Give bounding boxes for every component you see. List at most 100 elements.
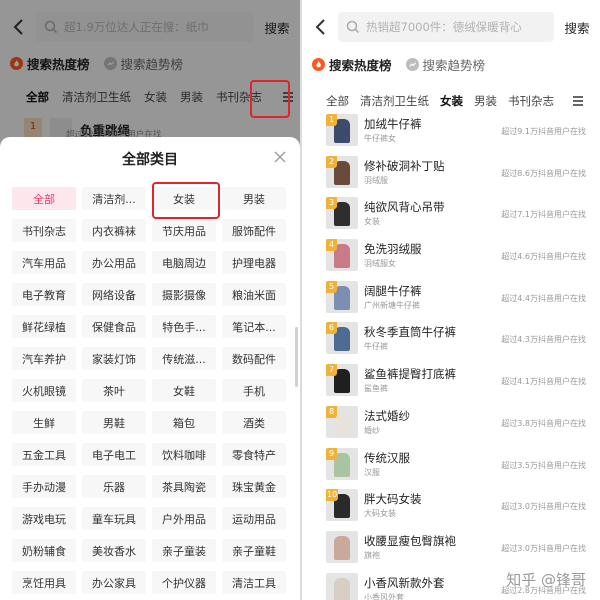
list-item[interactable]: 3 纯欲风背心吊带 女装 超过7.1万抖音用户在找: [302, 193, 600, 235]
category-option[interactable]: 生鲜: [12, 411, 76, 434]
tab-trend-rank[interactable]: 搜索趋势榜: [405, 55, 486, 74]
rank-badge: 10: [326, 489, 339, 502]
item-sub: 牛仔裤女: [364, 134, 396, 143]
rank-badge: 9: [326, 447, 337, 460]
category-option[interactable]: 网络设备: [82, 283, 146, 306]
category-tab[interactable]: 书刊杂志: [508, 93, 554, 109]
category-option[interactable]: 乐器: [82, 475, 146, 498]
close-icon[interactable]: [274, 151, 286, 163]
list-item[interactable]: 8 法式婚纱 婚纱 超过3.8万抖音用户在找: [302, 402, 600, 444]
category-option[interactable]: 清洁工具: [222, 571, 286, 594]
item-sub: 婚纱: [364, 425, 380, 435]
category-option[interactable]: 五金工具: [12, 443, 76, 466]
list-item[interactable]: 2 修补破洞补丁贴 羽绒服 超过8.6万抖音用户在找: [302, 152, 600, 194]
category-option[interactable]: 汽车养护: [12, 347, 76, 370]
list-item[interactable]: 5 阔腿牛仔裤 广州新塘牛仔裤 超过4.4万抖音用户在找: [302, 277, 600, 319]
rank-badge: 3: [326, 197, 337, 210]
category-option[interactable]: 珠宝黄金: [222, 475, 286, 498]
list-item[interactable]: 9 传统汉服 汉服 超过3.5万抖音用户在找: [302, 444, 600, 486]
search-button[interactable]: 搜索: [554, 18, 600, 37]
rank-badge: 1: [326, 114, 337, 126]
category-option[interactable]: 汽车用品: [12, 251, 76, 274]
item-sub: 女装: [364, 217, 380, 227]
category-option[interactable]: 鲜花绿植: [12, 315, 76, 338]
list-item[interactable]: 10 胖大码女装 大码女装 超过3.0万抖音用户在找: [302, 485, 600, 527]
category-option[interactable]: 特色手...: [152, 315, 216, 338]
category-option[interactable]: 书刊杂志: [12, 219, 76, 242]
list-item[interactable]: 1 加绒牛仔裤 牛仔裤女 超过9.1万抖音用户在找: [302, 110, 600, 152]
category-option[interactable]: 亲子童鞋: [222, 539, 286, 562]
category-option[interactable]: 男装: [222, 187, 286, 210]
left-phone-screen: 超1.9万位达人正在搜：纸巾 搜索 搜索热度榜 搜索趋势榜 全部 清洁剂卫生纸 …: [0, 0, 300, 600]
menu-icon[interactable]: [571, 95, 587, 107]
category-option[interactable]: 童车玩具: [82, 507, 146, 530]
category-option[interactable]: 饮料咖啡: [152, 443, 216, 466]
category-option[interactable]: 传统滋...: [152, 347, 216, 370]
category-option[interactable]: 酒类: [222, 411, 286, 434]
back-button[interactable]: [302, 0, 338, 54]
product-thumbnail: 10: [326, 489, 358, 522]
list-item[interactable]: 6 秋冬季直筒牛仔裤 牛仔裤 超过4.3万抖音用户在找: [302, 318, 600, 360]
category-bar: 全部 清洁剂卫生纸 女装 男装 书刊杂志: [326, 90, 587, 112]
category-option[interactable]: 家装灯饰: [82, 347, 146, 370]
category-option[interactable]: 内衣裤袜: [82, 219, 146, 242]
category-tab-active[interactable]: 女装: [440, 93, 463, 109]
item-stat: 超过3.8万抖音用户在找: [501, 418, 586, 428]
category-option[interactable]: 全部: [12, 187, 76, 210]
category-option[interactable]: 笔记本...: [222, 315, 286, 338]
category-option[interactable]: 茶具陶瓷: [152, 475, 216, 498]
category-option[interactable]: 电子电工: [82, 443, 146, 466]
item-name: 胖大码女装: [364, 492, 422, 507]
category-option[interactable]: 保健食品: [82, 315, 146, 338]
item-sub: 汉服: [364, 467, 380, 477]
category-option[interactable]: 服饰配件: [222, 219, 286, 242]
category-option[interactable]: 电子教育: [12, 283, 76, 306]
category-option[interactable]: 数码配件: [222, 347, 286, 370]
category-option[interactable]: 运动用品: [222, 507, 286, 530]
scrollbar[interactable]: [295, 327, 298, 387]
category-option[interactable]: 办公用品: [82, 251, 146, 274]
category-option[interactable]: 摄影摄像: [152, 283, 216, 306]
product-thumbnail: 7: [326, 364, 358, 397]
category-option[interactable]: 清洁剂...: [82, 187, 146, 210]
item-stat: 超过4.1万抖音用户在找: [501, 377, 586, 387]
category-option[interactable]: 美妆香水: [82, 539, 146, 562]
list-item[interactable]: 4 免洗羽绒服 羽绒服女 超过4.6万抖音用户在找: [302, 235, 600, 277]
item-name: 修补破洞补丁贴: [364, 158, 445, 173]
category-option[interactable]: 女鞋: [152, 379, 216, 402]
right-phone-screen: 热销超7000件：德绒保暖背心 搜索 搜索热度榜 搜索趋势榜 全部 清洁剂卫生纸…: [302, 0, 600, 600]
category-option[interactable]: 男鞋: [82, 411, 146, 434]
category-tab[interactable]: 清洁剂卫生纸: [360, 93, 429, 109]
category-option[interactable]: 箱包: [152, 411, 216, 434]
category-option[interactable]: 游戏电玩: [12, 507, 76, 530]
category-option[interactable]: 电脑周边: [152, 251, 216, 274]
category-tab[interactable]: 全部: [326, 93, 349, 109]
category-option[interactable]: 零食特产: [222, 443, 286, 466]
category-option[interactable]: 节庆用品: [152, 219, 216, 242]
category-option[interactable]: 护理电器: [222, 251, 286, 274]
category-option[interactable]: 奶粉辅食: [12, 539, 76, 562]
category-option[interactable]: 手机: [222, 379, 286, 402]
rank-badge: 4: [326, 239, 337, 252]
category-option[interactable]: 个护仪器: [152, 571, 216, 594]
item-sub: 小香风外套: [364, 592, 404, 600]
category-option[interactable]: 茶叶: [82, 379, 146, 402]
list-item[interactable]: 7 鲨鱼裤提臀打底裤 鲨鱼裤 超过4.1万抖音用户在找: [302, 360, 600, 402]
category-tab[interactable]: 男装: [474, 93, 497, 109]
category-option[interactable]: 粮油米面: [222, 283, 286, 306]
category-option[interactable]: 亲子童装: [152, 539, 216, 562]
category-option[interactable]: 户外用品: [152, 507, 216, 530]
item-name: 阔腿牛仔裤: [364, 283, 422, 298]
tab-trend-rank-label: 搜索趋势榜: [422, 57, 486, 73]
category-option[interactable]: 烹饪用具: [12, 571, 76, 594]
category-grid: 全部 清洁剂... 女装 男装 书刊杂志 内衣裤袜 节庆用品 服饰配件 汽车用品 办公用品 电脑周边…: [12, 187, 288, 594]
list-item[interactable]: 收腰显瘦包臀旗袍 旗袍 超过3.0万抖音用户在找: [302, 527, 600, 569]
comparison-screenshot: 超1.9万位达人正在搜：纸巾 搜索 搜索热度榜 搜索趋势榜 全部 清洁剂卫生纸 …: [0, 0, 600, 600]
tab-hot-rank[interactable]: 搜索热度榜: [312, 55, 392, 74]
category-option[interactable]: 办公家具: [82, 571, 146, 594]
product-thumbnail: [326, 572, 358, 600]
trend-icon: [405, 57, 419, 71]
category-option[interactable]: 手办动漫: [12, 475, 76, 498]
category-option[interactable]: 火机眼镜: [12, 379, 76, 402]
search-input[interactable]: 热销超7000件：德绒保暖背心: [338, 12, 554, 42]
